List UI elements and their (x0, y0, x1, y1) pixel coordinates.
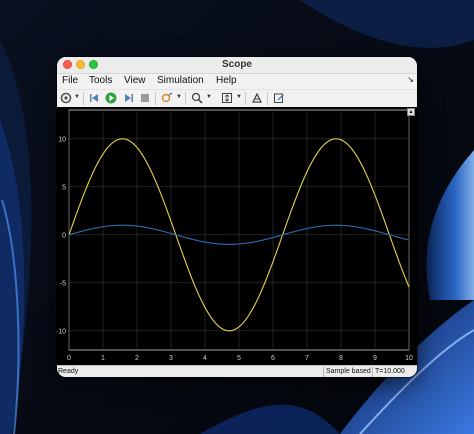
settings-icon[interactable] (59, 91, 73, 105)
menu-file[interactable]: File (62, 75, 78, 86)
scope-plot[interactable]: 0 1 2 3 4 5 6 7 8 9 10 10 5 0 -5 -10 ▲ (57, 107, 417, 365)
menu-simulation[interactable]: Simulation (157, 75, 204, 86)
scale-dropdown-icon[interactable]: ▼ (236, 94, 242, 100)
toolbar-separator (185, 92, 186, 105)
settings-dropdown-icon[interactable]: ▼ (74, 94, 80, 100)
stop-icon[interactable] (138, 91, 152, 105)
x-tick-label: 0 (67, 355, 71, 362)
menu-view[interactable]: View (124, 75, 146, 86)
plot-svg: 0 1 2 3 4 5 6 7 8 9 10 10 5 0 -5 -10 (57, 109, 413, 362)
highlight-icon[interactable] (160, 91, 174, 105)
x-tick-label: 9 (373, 355, 377, 362)
cursor-measure-icon[interactable] (250, 91, 264, 105)
x-tick-label: 3 (169, 355, 173, 362)
y-tick-label: -10 (57, 328, 66, 335)
zoom-dropdown-icon[interactable]: ▼ (206, 94, 212, 100)
status-bar: Ready Sample based T=10.000 (57, 365, 417, 377)
menu-bar: File Tools View Simulation Help ↘ (57, 74, 417, 89)
scope-window: Scope File Tools View Simulation Help ↘ … (57, 57, 417, 377)
x-tick-label: 8 (339, 355, 343, 362)
simulation-time: T=10.000 (372, 367, 417, 377)
x-tick-label: 5 (237, 355, 241, 362)
y-tick-label: 5 (62, 184, 66, 191)
x-tick-label: 7 (305, 355, 309, 362)
title-bar: Scope (57, 57, 417, 74)
toolbar-separator (245, 92, 246, 105)
step-back-icon[interactable] (88, 91, 102, 105)
x-tick-label: 6 (271, 355, 275, 362)
sample-mode-indicator: Sample based (323, 367, 372, 377)
x-tick-label: 4 (203, 355, 207, 362)
y-tick-label: -5 (60, 280, 66, 287)
edit-icon[interactable] (272, 91, 286, 105)
toolbar-pin-icon[interactable]: ↘ (407, 75, 414, 84)
toolbar-separator (267, 92, 268, 105)
plot-expand-icon[interactable]: ▲ (407, 108, 415, 116)
x-tick-label: 10 (405, 355, 413, 362)
x-tick-label: 2 (135, 355, 139, 362)
y-tick-label: 0 (62, 232, 66, 239)
y-tick-label: 10 (58, 136, 66, 143)
x-tick-label: 1 (101, 355, 105, 362)
toolbar: ▼ ▼ ▼ ▼ (57, 89, 417, 108)
status-text: Ready (58, 368, 79, 375)
step-forward-icon[interactable] (121, 91, 135, 105)
menu-help[interactable]: Help (216, 75, 237, 86)
zoom-icon[interactable] (190, 91, 204, 105)
menu-tools[interactable]: Tools (89, 75, 112, 86)
highlight-dropdown-icon[interactable]: ▼ (176, 94, 182, 100)
toolbar-separator (83, 92, 84, 105)
run-icon[interactable] (104, 91, 118, 105)
window-title: Scope (221, 59, 252, 70)
toolbar-separator (155, 92, 156, 105)
scale-axes-icon[interactable] (220, 91, 234, 105)
